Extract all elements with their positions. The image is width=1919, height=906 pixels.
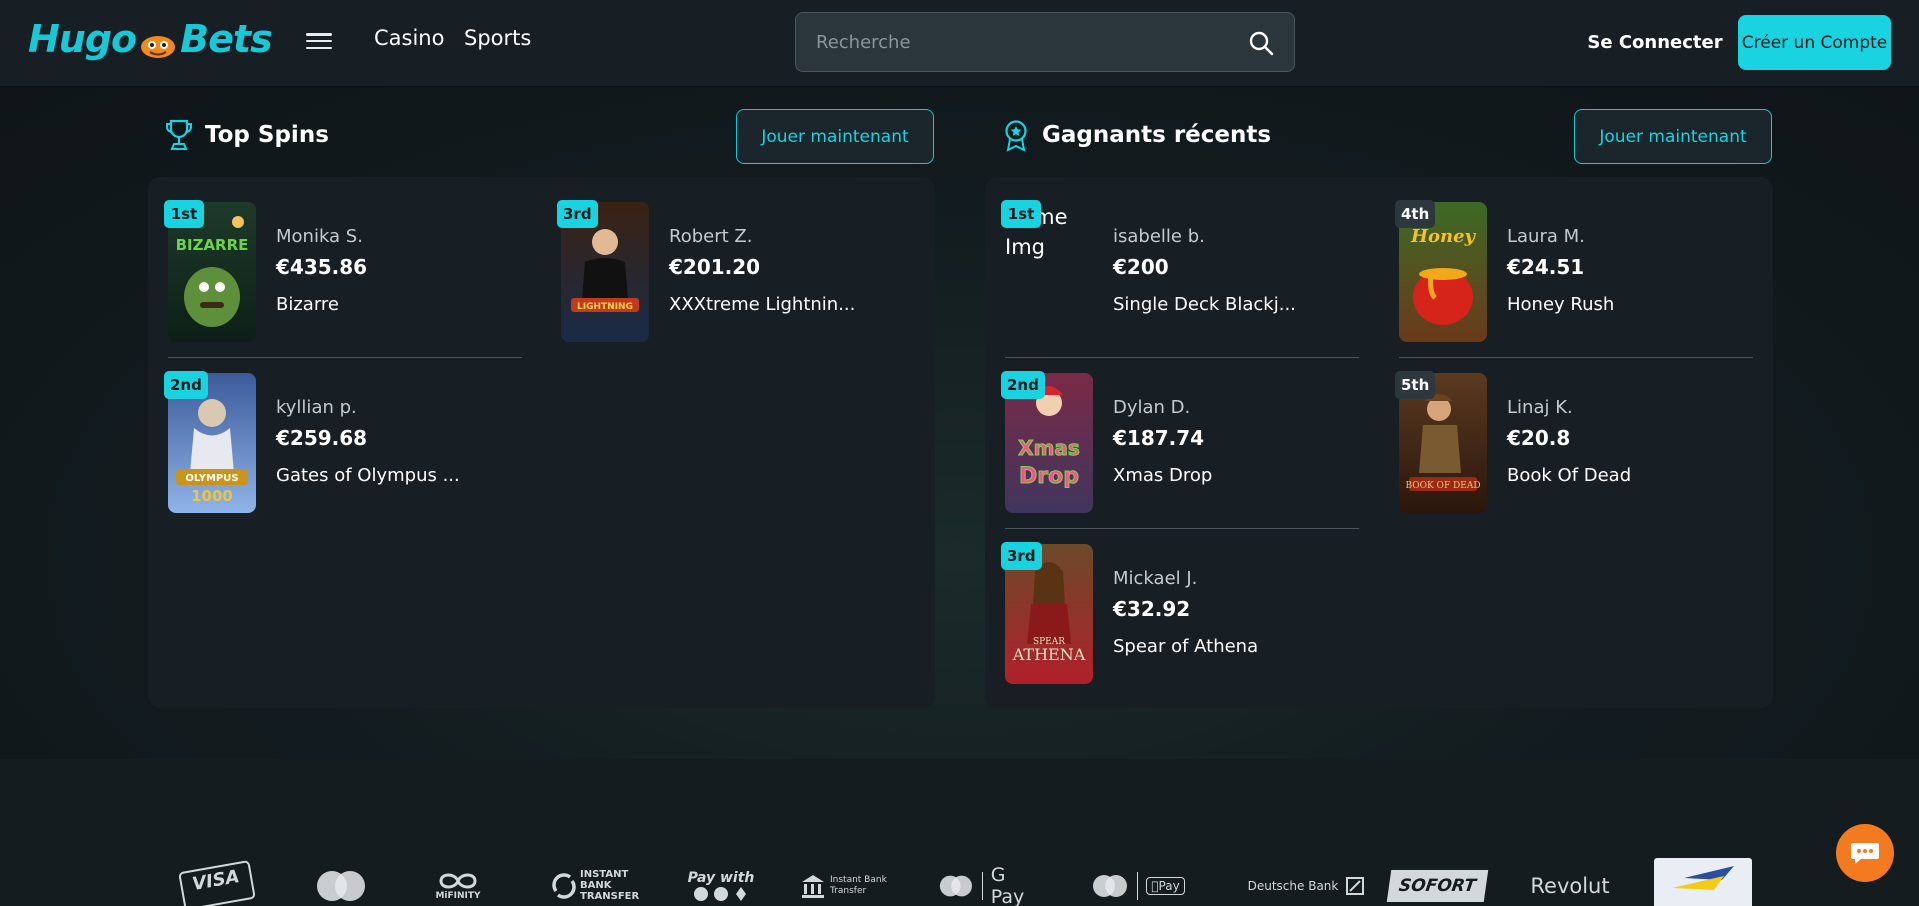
win-amount: €32.92: [1113, 597, 1191, 621]
search-box: [795, 12, 1295, 72]
search-icon[interactable]: [1248, 30, 1274, 56]
game-name: Spear of Athena: [1113, 636, 1259, 657]
rank-badge: 3rd: [1001, 542, 1042, 570]
signup-button[interactable]: Créer un Compte: [1738, 15, 1891, 70]
svg-text:BOOK OF DEAD: BOOK OF DEAD: [1405, 481, 1480, 491]
recent-winners-panel: Game Img 1st isabelle b. €200 Single Dec…: [985, 177, 1773, 708]
game-name: Bizarre: [276, 294, 339, 315]
svg-text:BIZARRE: BIZARRE: [176, 236, 249, 254]
chat-button[interactable]: [1836, 824, 1894, 882]
winner-name: Monika S.: [276, 226, 363, 247]
game-name: Single Deck Blackj...: [1113, 294, 1296, 315]
divider: [1399, 357, 1753, 358]
hugobets-logo[interactable]: Hugo Bets: [28, 14, 273, 64]
nav-sports[interactable]: Sports: [464, 26, 531, 50]
logo-text-right: Bets: [180, 17, 273, 61]
list-item[interactable]: OLYMPUS 1000 2nd kyllian p. €259.68 Gates…: [164, 371, 528, 523]
instant-bank-transfer-logo: INSTANT BANK TRANSFER: [551, 865, 639, 906]
mastercard-logo: [313, 865, 369, 906]
postbank-logo: [1654, 858, 1752, 906]
divider: [1005, 357, 1359, 358]
search-input[interactable]: [796, 13, 1236, 71]
game-name: XXXtreme Lightnin...: [669, 294, 856, 315]
mascot-icon: [138, 25, 178, 58]
rank-badge: 5th: [1395, 371, 1436, 399]
award-icon: [1005, 120, 1027, 152]
menu-icon[interactable]: [306, 30, 332, 52]
winner-name: Linaj K.: [1507, 397, 1573, 418]
game-name: Gates of Olympus ...: [276, 465, 460, 486]
winner-name: kyllian p.: [276, 397, 357, 418]
win-amount: €20.8: [1507, 426, 1571, 450]
svg-text:Honey: Honey: [1410, 226, 1477, 247]
list-item[interactable]: LIGHTNING 3rd Robert Z. €201.20 XXXtreme…: [557, 200, 921, 352]
win-amount: €201.20: [669, 255, 761, 279]
rank-badge: 2nd: [1001, 371, 1045, 399]
recent-winners-header: Gagnants récents: [1002, 118, 1271, 152]
win-amount: €200: [1113, 255, 1169, 279]
winner-name: Dylan D.: [1113, 397, 1191, 418]
svg-text:OLYMPUS: OLYMPUS: [185, 473, 238, 484]
list-item[interactable]: Xmas Drop 2nd Dylan D. €187.74 Xmas Drop: [1001, 371, 1365, 523]
winner-name: Robert Z.: [669, 226, 753, 247]
svg-text:Xmas: Xmas: [1018, 436, 1080, 460]
win-amount: €187.74: [1113, 426, 1205, 450]
game-name: Book Of Dead: [1507, 465, 1632, 486]
recent-winners-title: Gagnants récents: [1042, 122, 1272, 148]
list-item[interactable]: BIZARRE 1st Monika S. €435.86 Bizarre: [164, 200, 528, 352]
logo-text-left: Hugo: [28, 17, 137, 61]
svg-text:LIGHTNING: LIGHTNING: [577, 302, 633, 312]
rank-badge: 3rd: [557, 200, 598, 228]
rank-badge: 1st: [164, 200, 204, 228]
winner-name: Mickael J.: [1113, 568, 1198, 589]
mifinity-logo: MiFINITY: [428, 865, 488, 906]
top-spins-header: Top Spins: [165, 118, 329, 152]
crypto-pay-logo: Pay with: [686, 865, 756, 906]
mastercard-gpay-logo: G Pay: [938, 864, 1042, 906]
rank-badge: 1st: [1001, 200, 1041, 228]
list-item[interactable]: SPEAR ATHENA 3rd Mickael J. €32.92 Spear …: [1001, 542, 1365, 694]
svg-text:1000: 1000: [191, 487, 233, 505]
sofort-logo: SOFORT: [1386, 865, 1488, 906]
svg-text:ATHENA: ATHENA: [1012, 645, 1086, 664]
trophy-icon: [166, 119, 192, 150]
list-item[interactable]: Honey 4th Laura M. €24.51 Honey Rush: [1395, 200, 1759, 352]
nav-casino[interactable]: Casino: [374, 26, 444, 50]
mastercard-applepay-logo: Pay: [1090, 865, 1186, 906]
deutsche-bank-logo: Deutsche Bank: [1236, 865, 1376, 906]
rank-badge: 4th: [1395, 200, 1436, 228]
winner-name: Laura M.: [1507, 226, 1585, 247]
svg-text:Drop: Drop: [1019, 464, 1079, 489]
win-amount: €259.68: [276, 426, 368, 450]
top-spins-panel: BIZARRE 1st Monika S. €435.86 Bizarre OL…: [148, 177, 935, 708]
top-spins-play-button[interactable]: Jouer maintenant: [736, 109, 934, 164]
divider: [168, 357, 522, 358]
win-amount: €435.86: [276, 255, 368, 279]
list-item[interactable]: Game Img 1st isabelle b. €200 Single Dec…: [1001, 200, 1365, 352]
game-name: Xmas Drop: [1113, 465, 1213, 486]
winner-name: isabelle b.: [1113, 226, 1205, 247]
game-name: Honey Rush: [1507, 294, 1615, 315]
visa-logo: VISA: [175, 860, 259, 906]
list-item[interactable]: BOOK OF DEAD 5th Linaj K. €20.8 Book Of …: [1395, 371, 1759, 523]
win-amount: €24.51: [1507, 255, 1585, 279]
chat-icon: [1851, 843, 1879, 864]
rank-badge: 2nd: [164, 371, 208, 399]
login-button[interactable]: Se Connecter: [1570, 26, 1740, 58]
top-spins-title: Top Spins: [205, 122, 329, 148]
revolut-logo: Revolut: [1530, 873, 1610, 898]
divider: [1005, 528, 1359, 529]
recent-winners-play-button[interactable]: Jouer maintenant: [1574, 109, 1772, 164]
top-header: Hugo Bets Casino Sports Se Connecter Cré…: [0, 0, 1919, 87]
instant-bank-transfer-2-logo: Instant Bank Transfer: [800, 865, 890, 906]
